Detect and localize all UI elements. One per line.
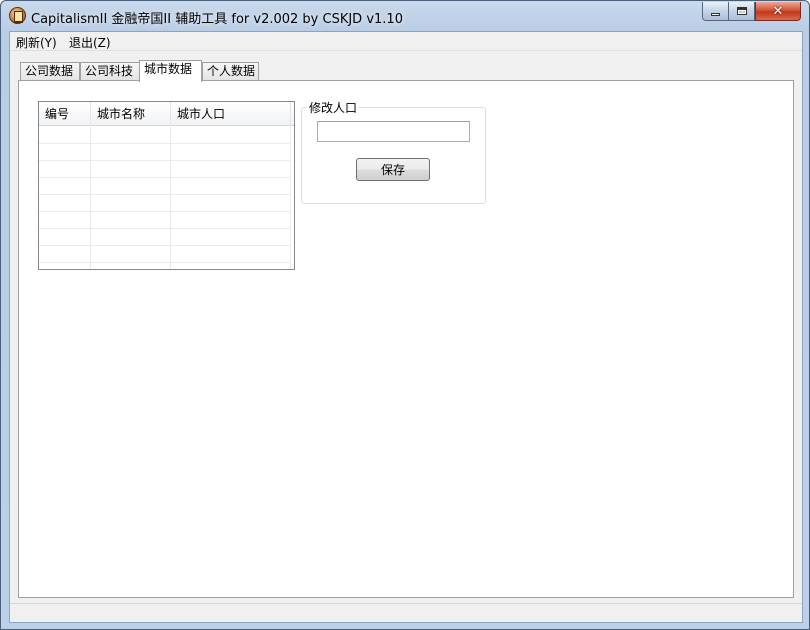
menu-refresh[interactable]: 刷新(Y) — [16, 34, 57, 51]
grid-line — [39, 211, 291, 212]
title-bar[interactable]: CapitalismII 金融帝国II 辅助工具 for v2.002 by C… — [1, 1, 809, 31]
city-list-body[interactable] — [39, 127, 294, 269]
grid-line — [39, 228, 291, 229]
close-icon: ✕ — [772, 3, 784, 19]
menu-bar: 刷新(Y) 退出(Z) — [10, 32, 802, 51]
app-window: CapitalismII 金融帝国II 辅助工具 for v2.002 by C… — [0, 0, 810, 630]
city-list[interactable]: 编号 城市名称 城市人口 — [38, 101, 295, 270]
grid-line — [39, 262, 291, 263]
tab-personal-data[interactable]: 个人数据 — [202, 62, 259, 81]
minimize-icon — [711, 12, 720, 16]
grid-line — [39, 177, 291, 178]
maximize-button[interactable] — [728, 2, 755, 21]
grid-line — [39, 245, 291, 246]
maximize-icon — [736, 7, 747, 15]
grid-line — [290, 127, 291, 269]
grid-line — [39, 194, 291, 195]
edit-population-legend: 修改人口 — [307, 99, 360, 116]
close-button[interactable]: ✕ — [755, 2, 801, 21]
edit-population-group: 修改人口 保存 — [301, 99, 486, 204]
grid-line — [39, 160, 291, 161]
window-title: CapitalismII 金融帝国II 辅助工具 for v2.002 by C… — [31, 12, 403, 27]
status-bar — [10, 603, 802, 622]
grid-line — [90, 127, 91, 269]
column-header-city-name[interactable]: 城市名称 — [91, 102, 171, 126]
grid-line — [170, 127, 171, 269]
grid-line — [39, 143, 291, 144]
app-coin-icon[interactable] — [9, 7, 26, 24]
tab-company-tech[interactable]: 公司科技 — [80, 62, 140, 81]
tab-company-data[interactable]: 公司数据 — [20, 62, 80, 81]
tab-city-data[interactable]: 城市数据 — [139, 60, 202, 82]
population-input[interactable] — [317, 121, 470, 142]
save-button[interactable]: 保存 — [356, 158, 430, 181]
client-area: 刷新(Y) 退出(Z) 公司数据 公司科技 城市数据 个人数据 编号 城市名称 … — [9, 31, 803, 623]
column-header-population[interactable]: 城市人口 — [171, 102, 291, 126]
minimize-button[interactable] — [702, 2, 729, 21]
menu-exit[interactable]: 退出(Z) — [69, 34, 111, 51]
city-data-page: 编号 城市名称 城市人口 修改人口 保存 — [18, 80, 794, 598]
column-header-id[interactable]: 编号 — [39, 102, 91, 126]
city-list-header: 编号 城市名称 城市人口 — [39, 102, 294, 126]
